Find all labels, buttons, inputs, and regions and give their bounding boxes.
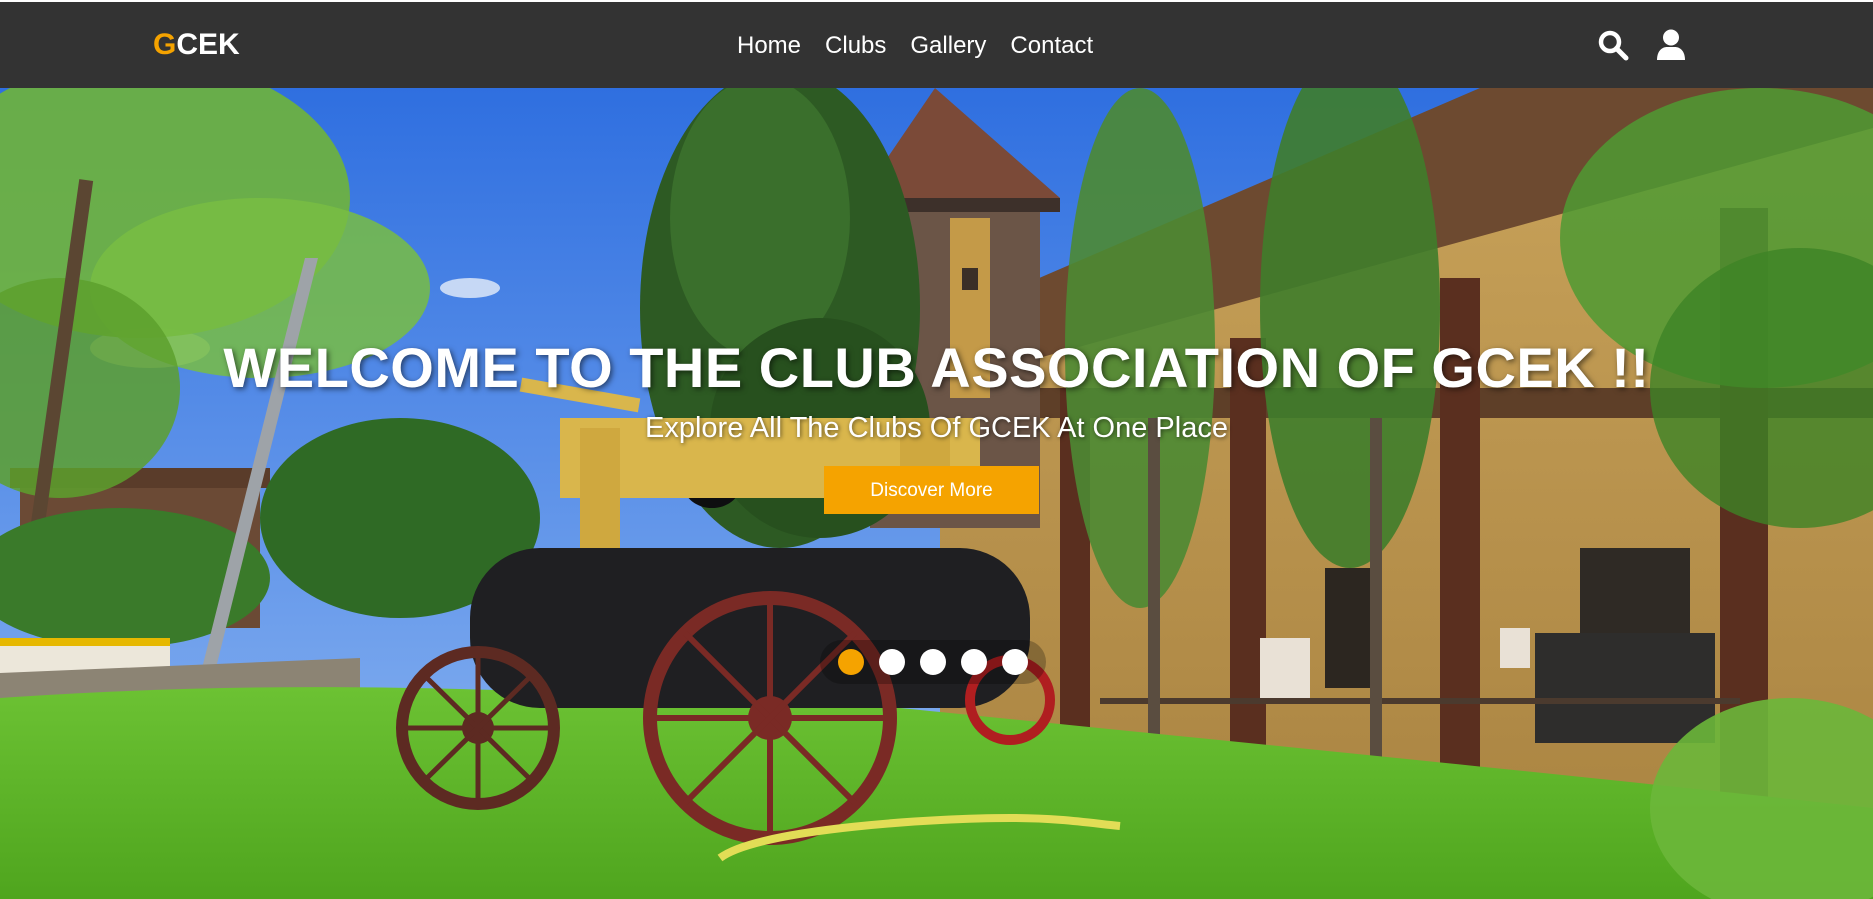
nav-link-contact[interactable]: Contact [1010, 30, 1093, 62]
user-icon[interactable] [1654, 28, 1688, 62]
logo-accent-letter: G [153, 28, 177, 61]
nav-link-gallery[interactable]: Gallery [910, 30, 986, 62]
hero-section: WELCOME TO THE CLUB ASSOCIATION OF GCEK … [0, 88, 1873, 899]
carousel-dot-4[interactable] [961, 649, 987, 675]
nav-link-home[interactable]: Home [737, 30, 801, 62]
carousel-dot-1[interactable] [838, 649, 864, 675]
discover-more-button[interactable]: Discover More [824, 466, 1039, 514]
carousel-dot-5[interactable] [1002, 649, 1028, 675]
hero-title: WELCOME TO THE CLUB ASSOCIATION OF GCEK … [223, 336, 1650, 399]
search-icon[interactable] [1596, 28, 1630, 62]
logo-text: CEK [176, 28, 240, 61]
nav-link-clubs[interactable]: Clubs [825, 30, 886, 62]
hero-subtitle: Explore All The Clubs Of GCEK At One Pla… [645, 412, 1228, 444]
top-navbar: GCEK Home Clubs Gallery Contact [0, 2, 1873, 88]
carousel-dot-2[interactable] [879, 649, 905, 675]
carousel-dot-3[interactable] [920, 649, 946, 675]
page: GCEK Home Clubs Gallery Contact WELCOME … [0, 0, 1873, 899]
nav-links: Home Clubs Gallery Contact [737, 30, 1117, 62]
nav-icons [1596, 28, 1688, 62]
carousel-indicators [820, 640, 1046, 684]
site-logo[interactable]: GCEK [153, 28, 240, 62]
